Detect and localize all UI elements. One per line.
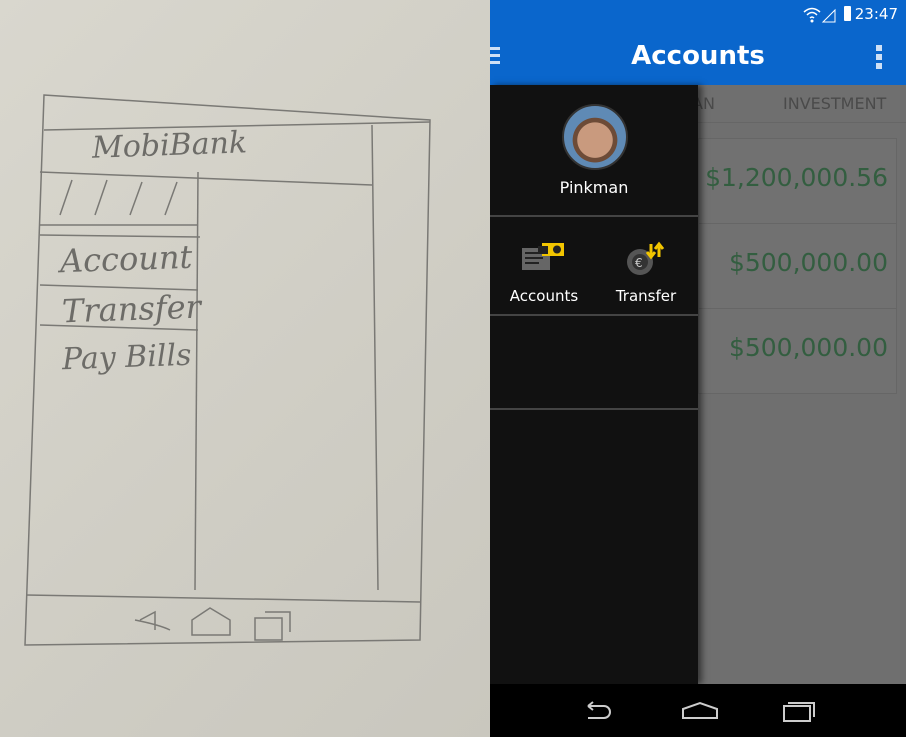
drawer-item-label: Accounts [509, 287, 579, 305]
status-bar: 23:47 [490, 0, 906, 30]
account-card[interactable]: $1,200,000.56 [698, 138, 897, 224]
wifi-signal-icons [803, 7, 836, 23]
divider [490, 215, 698, 217]
account-amount: $500,000.00 [728, 248, 888, 277]
account-amount: $1,200,000.56 [705, 163, 888, 192]
sketch-menu-transfer: Transfer [61, 287, 202, 331]
drawer-item-transfer[interactable]: € Transfer [594, 240, 698, 305]
phone-screen: 23:47 Accounts AN INVESTMENT $1,200,000.… [490, 0, 906, 737]
back-icon[interactable] [582, 700, 612, 722]
avatar[interactable] [562, 104, 628, 170]
tab-investment[interactable]: INVESTMENT [783, 94, 886, 113]
sketch-photo: MobiBank Account Transfer Pay Bills [0, 0, 490, 737]
navigation-drawer: Pinkman Accounts € Transfer [490, 85, 698, 684]
sketch-menu-account: Account [59, 237, 193, 281]
account-card[interactable]: $500,000.00 [698, 308, 897, 394]
page-title: Accounts [631, 41, 765, 71]
svg-text:€: € [635, 256, 643, 270]
divider [490, 408, 698, 410]
toolbar: Accounts [490, 30, 906, 85]
divider [490, 314, 698, 316]
account-card[interactable]: $500,000.00 [698, 223, 897, 309]
system-nav-bar [490, 684, 906, 737]
sketch-app-title: MobiBank [91, 125, 248, 166]
sketch-menu-pay-bills: Pay Bills [61, 337, 193, 378]
clock: 23:47 [854, 5, 898, 23]
account-amount: $500,000.00 [728, 333, 888, 362]
recents-icon[interactable] [782, 700, 818, 722]
user-name: Pinkman [559, 178, 629, 197]
more-vert-icon[interactable] [876, 45, 882, 72]
drawer-item-label: Transfer [615, 287, 677, 305]
battery-icon [844, 6, 851, 21]
euro-transfer-icon: € [594, 240, 698, 278]
drawer-item-accounts[interactable]: Accounts [492, 240, 596, 305]
home-icon[interactable] [681, 700, 719, 722]
accounts-card-icon [492, 240, 596, 278]
